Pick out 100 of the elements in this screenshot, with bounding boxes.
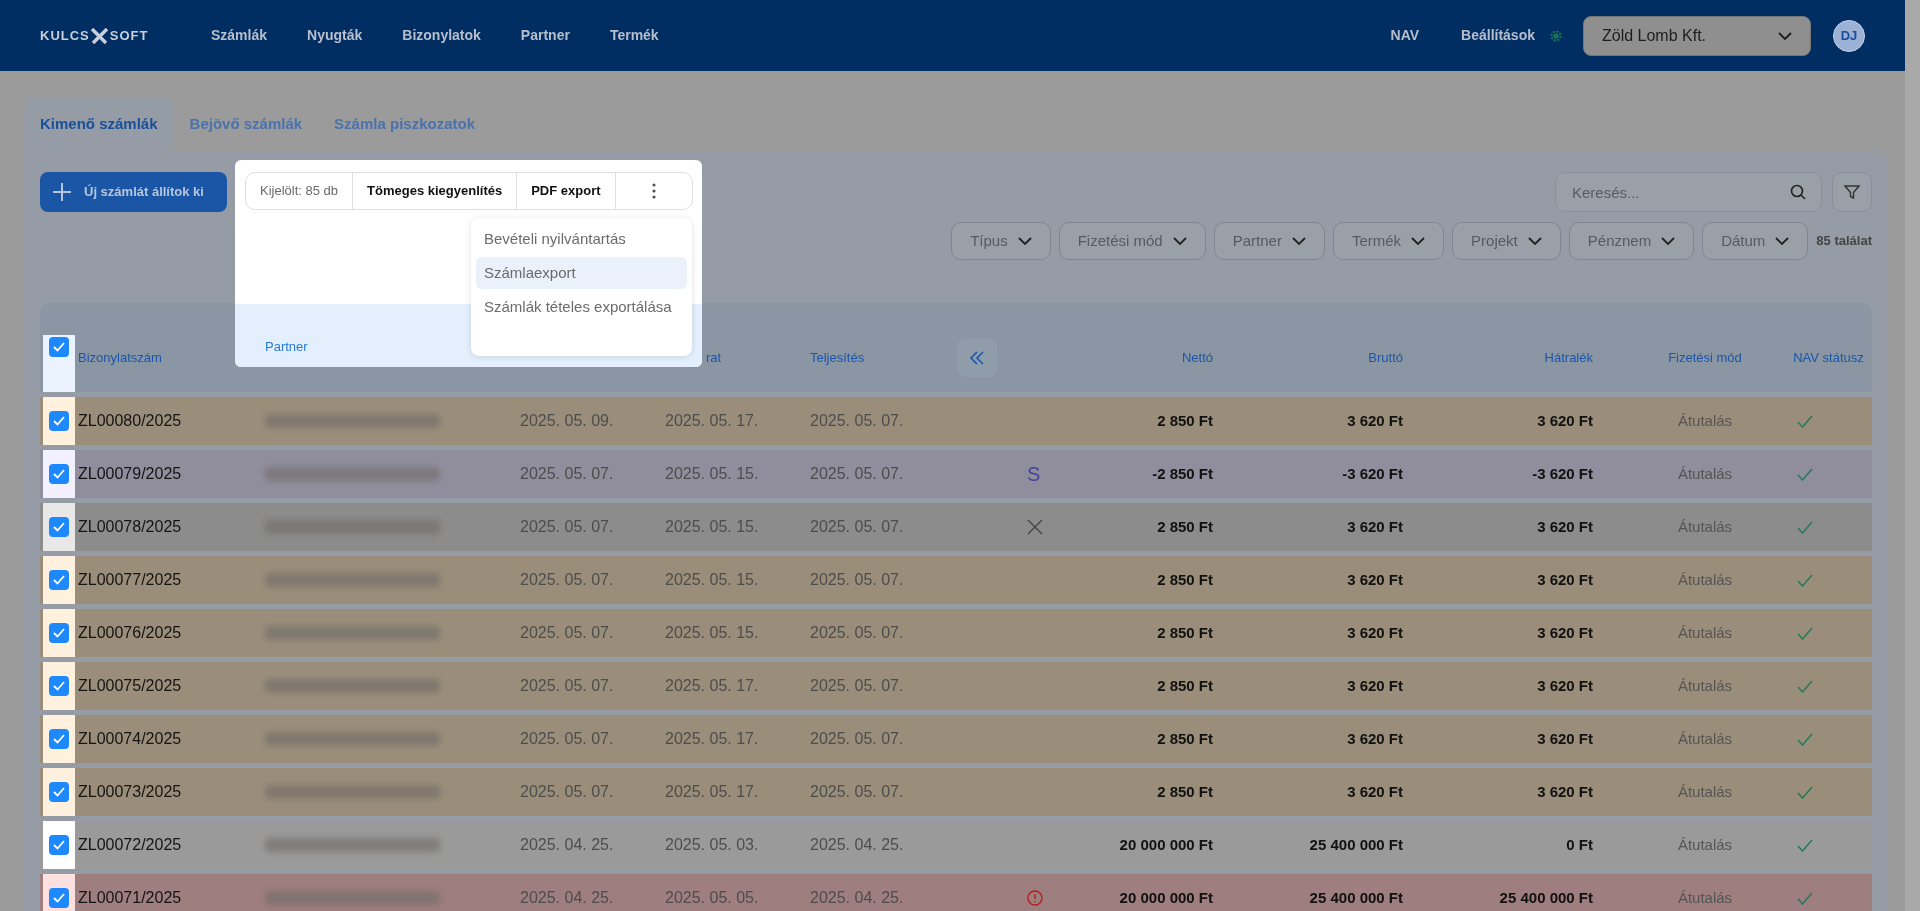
checkbox[interactable]	[49, 782, 69, 802]
collapse-button[interactable]	[957, 338, 997, 377]
table-cell-text: 2025. 05. 07.	[520, 464, 614, 484]
chevron-down-icon	[1775, 237, 1790, 245]
chevron-down-icon	[1291, 237, 1306, 245]
table-cell-text: 25 400 000 Ft	[1309, 887, 1403, 908]
table-cell-text: 2025. 05. 07.	[520, 676, 614, 696]
nav-link[interactable]: Bizonylatok	[402, 25, 481, 46]
settings-icon[interactable]	[1549, 28, 1563, 43]
checkmark-icon	[53, 840, 65, 850]
result-count: 85 találat	[1816, 232, 1872, 251]
double-chevron-left-icon	[969, 350, 985, 365]
table-row[interactable]: ZL00074/2025 2025. 05. 07. 2025. 05. 17. 2025. 05. 07. 2 850 Ft 3 620 Ft 3 620 Ft Átutalás	[40, 715, 1872, 763]
checkbox[interactable]	[49, 517, 69, 537]
filter-dropdown[interactable]: Termék	[1332, 222, 1445, 260]
checkbox[interactable]	[49, 411, 69, 431]
filter-dropdown[interactable]: Pénznem	[1568, 222, 1695, 260]
scrollbar[interactable]	[1905, 0, 1920, 911]
table-cell-text: 3 620 Ft	[1347, 516, 1403, 537]
table-cell-text: 2025. 05. 07.	[520, 729, 614, 749]
checkbox[interactable]	[49, 835, 69, 855]
table-cell-text: ZL00079/2025	[78, 464, 182, 484]
table-cell-text: 2025. 05. 07.	[520, 623, 614, 643]
filter-button[interactable]	[1832, 172, 1872, 212]
table-cell-text: Átutalás	[1677, 622, 1733, 643]
table-cell-text: 2025. 05. 07.	[810, 570, 904, 590]
filter-dropdown[interactable]: Típus	[951, 222, 1051, 260]
table-cell-text: 2 850 Ft	[1157, 728, 1213, 749]
search-icon	[1790, 184, 1806, 200]
table-row[interactable]: ZL00075/2025 2025. 05. 07. 2025. 05. 17. 2025. 05. 07. 2 850 Ft 3 620 Ft 3 620 Ft Átutalás	[40, 662, 1872, 710]
table-cell-text: ZL00074/2025	[78, 729, 182, 749]
checkbox[interactable]	[49, 570, 69, 590]
table-cell-text: 2025. 05. 05.	[665, 888, 759, 908]
table-cell-text: 3 620 Ft	[1537, 728, 1593, 749]
checkbox[interactable]	[49, 676, 69, 696]
nav-link[interactable]: Nyugták	[307, 25, 363, 46]
column-header[interactable]: Partner	[265, 337, 308, 357]
table-cell-text: ZL00073/2025	[78, 782, 182, 802]
table-cell-text: 2025. 05. 15.	[665, 623, 759, 643]
table-cell-text: Átutalás	[1677, 834, 1733, 855]
search-field[interactable]: Keresés...	[1555, 172, 1822, 212]
checkmark-icon	[53, 787, 65, 797]
checkbox[interactable]	[49, 337, 69, 357]
close-icon	[1027, 519, 1043, 535]
table-cell-text: 2025. 05. 07.	[810, 676, 904, 696]
table-cell-text: 2025. 05. 17.	[665, 782, 759, 802]
nav-link[interactable]: Beállítások	[1461, 25, 1535, 46]
menu-item[interactable]: Számlaexport	[476, 257, 687, 289]
table-cell-text: 3 620 Ft	[1347, 728, 1403, 749]
checkbox[interactable]	[49, 888, 69, 908]
table-cell-text: 3 620 Ft	[1537, 410, 1593, 431]
table-row[interactable]: ZL00076/2025 2025. 05. 07. 2025. 05. 15. 2025. 05. 07. 2 850 Ft 3 620 Ft 3 620 Ft Átutalás	[40, 609, 1872, 657]
table-cell-text: 3 620 Ft	[1537, 516, 1593, 537]
table-cell-text: 2025. 05. 07.	[810, 411, 904, 431]
checkbox[interactable]	[49, 623, 69, 643]
warning-icon	[1027, 890, 1043, 906]
table-row[interactable]: ZL00077/2025 2025. 05. 07. 2025. 05. 15. 2025. 05. 07. 2 850 Ft 3 620 Ft 3 620 Ft Átutalás	[40, 556, 1872, 604]
table-cell-text: 2 850 Ft	[1157, 622, 1213, 643]
table-cell-text: 2025. 05. 07.	[520, 517, 614, 537]
filter-dropdown[interactable]: Fizetési mód	[1058, 222, 1206, 260]
chevron-down-icon	[1661, 237, 1676, 245]
table-cell-text: 2025. 05. 07.	[810, 517, 904, 537]
table-row[interactable]: ZL00080/2025 2025. 05. 09. 2025. 05. 17. 2025. 05. 07. 2 850 Ft 3 620 Ft 3 620 Ft Átutalás	[40, 397, 1872, 445]
selected-count: Kijelölt: 85 db	[246, 173, 354, 209]
table-cell-text: 3 620 Ft	[1347, 410, 1403, 431]
company-select[interactable]: Zöld Lomb Kft.	[1583, 15, 1811, 56]
table-cell-text: Átutalás	[1677, 463, 1733, 484]
new-invoice-button[interactable]: Új számlát állítok ki	[40, 172, 227, 212]
nav-link[interactable]: NAV	[1390, 25, 1420, 46]
table-cell-text: 3 620 Ft	[1537, 622, 1593, 643]
table-cell-text: Átutalás	[1677, 728, 1733, 749]
table-cell-text: 2025. 04. 25.	[810, 888, 904, 908]
table-cell-text: 2 850 Ft	[1157, 516, 1213, 537]
table-cell-text: 2025. 04. 25.	[520, 835, 614, 855]
table-cell-text: 25 400 000 Ft	[1499, 887, 1593, 908]
table-cell-text: 3 620 Ft	[1537, 569, 1593, 590]
filter-dropdown[interactable]: Projekt	[1452, 222, 1561, 260]
table-row[interactable]: ZL00071/2025 2025. 04. 25. 2025. 05. 05. 2025. 04. 25. 20 000 000 Ft 25 400 000 Ft 25 400 000 Ft Átutalás	[40, 874, 1872, 911]
nav-link[interactable]: Számlák	[211, 25, 268, 46]
avatar[interactable]: DJ	[1833, 19, 1865, 52]
filter-dropdown[interactable]: Partner	[1213, 222, 1325, 260]
nav-link[interactable]: Termék	[609, 25, 659, 46]
table-cell-text: 2025. 05. 07.	[810, 623, 904, 643]
bulk-action-button[interactable]: Tömeges kiegyenlítés	[353, 173, 518, 209]
table-row[interactable]: ZL00079/2025 2025. 05. 07. 2025. 05. 15. 2025. 05. 07. S -2 850 Ft -3 620 Ft -3 620 Ft Átutalás	[40, 450, 1872, 498]
table-row[interactable]: ZL00072/2025 2025. 04. 25. 2025. 05. 03. 2025. 04. 25. 20 000 000 Ft 25 400 000 Ft 0 Ft Átutalás	[40, 821, 1872, 869]
table-cell-text: 25 400 000 Ft	[1309, 834, 1403, 855]
bulk-action-button[interactable]: PDF export	[517, 173, 616, 209]
tab[interactable]: Kimenő számlák	[24, 97, 174, 152]
table-cell-text: 3 620 Ft	[1537, 781, 1593, 802]
checkmark-icon	[53, 469, 65, 479]
filter-dropdown[interactable]: Dátum	[1702, 222, 1809, 260]
table-cell-text: 3 620 Ft	[1537, 675, 1593, 696]
table-cell-text: 3 620 Ft	[1347, 569, 1403, 590]
nav-link[interactable]: Partner	[520, 25, 570, 46]
checkbox[interactable]	[49, 729, 69, 749]
table-cell-text: 20 000 000 Ft	[1119, 834, 1213, 855]
table-row[interactable]: ZL00073/2025 2025. 05. 07. 2025. 05. 17. 2025. 05. 07. 2 850 Ft 3 620 Ft 3 620 Ft Átutalás	[40, 768, 1872, 816]
table-cell-text: ZL00076/2025	[78, 623, 182, 643]
checkbox[interactable]	[49, 464, 69, 484]
